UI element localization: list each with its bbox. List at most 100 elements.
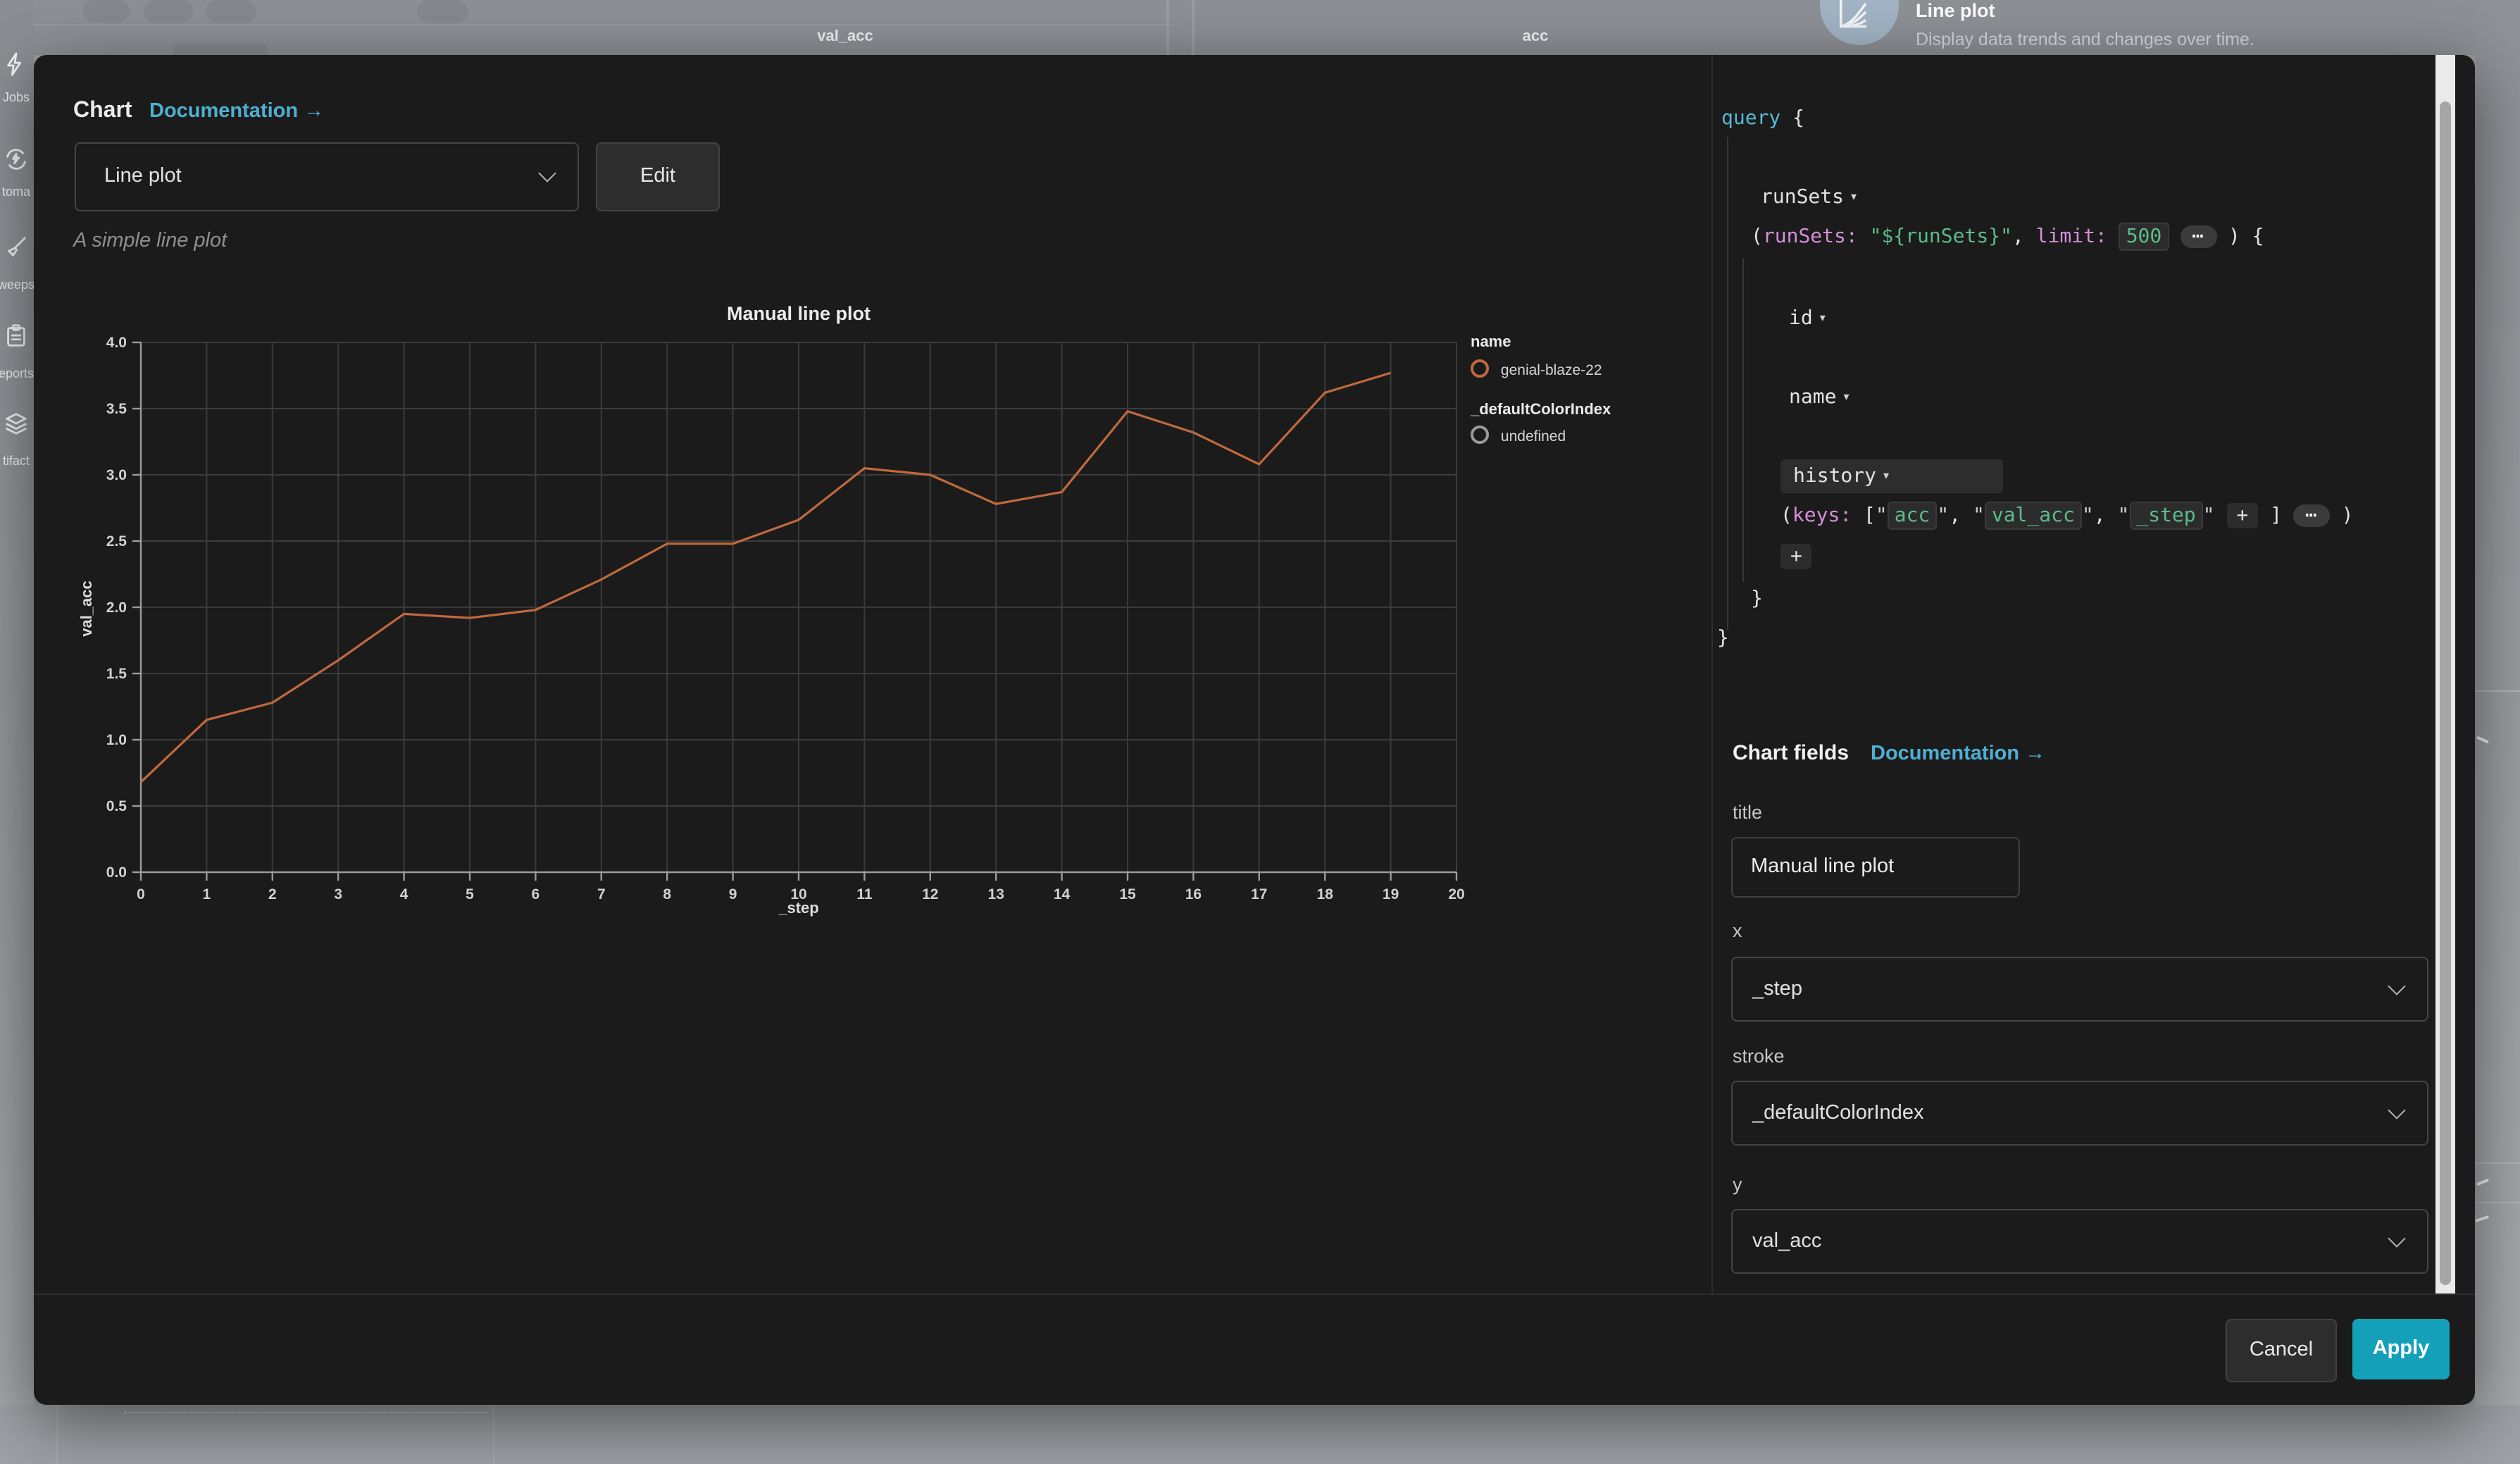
ellipsis-options-icon[interactable]: ⋯ <box>2294 504 2330 526</box>
query-line: } <box>1751 585 1763 611</box>
query-token: , <box>2012 225 2036 247</box>
background-chip <box>417 0 468 23</box>
query-token: , <box>1949 504 1973 526</box>
query-line: history ▾ <box>1780 459 2003 492</box>
caret-down-icon[interactable]: ▾ <box>1843 390 1849 402</box>
query-token: history <box>1793 464 1876 487</box>
column-divider <box>1711 54 1713 1294</box>
query-field-history[interactable]: history ▾ <box>1780 459 2003 492</box>
query-token: } <box>1751 587 1763 609</box>
screen: val_acc acc Line plot Display data trend… <box>0 0 2520 1464</box>
chart-picker-title: Line plot <box>1916 0 1995 21</box>
background-sidebar: Jobstomaweepseportstifact <box>0 0 34 1464</box>
legend-run-label: genial-blaze-22 <box>1501 361 1602 378</box>
edit-button[interactable]: Edit <box>596 142 720 211</box>
background-divider <box>32 24 1173 25</box>
query-token: " <box>1937 504 1949 526</box>
caret-down-icon: ▾ <box>1883 469 1889 481</box>
cancel-button[interactable]: Cancel <box>2226 1318 2337 1382</box>
query-token: , <box>2094 504 2118 526</box>
y-axis-title: val_acc <box>79 535 96 681</box>
tick-label: 1.5 <box>106 666 127 682</box>
query-line: (keys: ["acc", "val_acc", "_step" + ] ⋯ … <box>1780 502 2353 528</box>
line-plot-icon <box>1835 0 1872 34</box>
query-token: keys: <box>1792 504 1852 526</box>
query-line: runSets ▾ <box>1761 184 1857 209</box>
add-key-button[interactable]: + <box>2226 502 2258 528</box>
legend-color-ring-icon <box>1471 425 1489 443</box>
chart-fields-documentation-link[interactable]: Documentation → <box>1871 742 2045 764</box>
chart-documentation-link[interactable]: Documentation → <box>149 99 324 122</box>
tick-label: 2.0 <box>106 600 127 616</box>
title-field-input[interactable] <box>1731 836 2020 897</box>
caret-down-icon[interactable]: ▾ <box>1820 311 1826 323</box>
background-divider <box>56 1405 58 1464</box>
query-token: ( <box>1780 504 1792 526</box>
background-dotted-line <box>124 1412 487 1413</box>
query-token[interactable]: runSets <box>1761 185 1844 208</box>
x-field-select[interactable]: _step <box>1731 956 2428 1021</box>
y-field-select[interactable]: val_acc <box>1731 1208 2428 1273</box>
clipboard-icon[interactable] <box>0 323 32 356</box>
background-panel-title-val-acc: val_acc <box>761 28 930 45</box>
query-token <box>2107 225 2119 247</box>
query-token[interactable]: val_acc <box>1985 501 2082 529</box>
background-panel-gap <box>1166 0 1169 54</box>
chart-type-select-value: Line plot <box>104 165 182 187</box>
tick-label: 2.5 <box>106 533 127 550</box>
background-panel-title-acc: acc <box>1451 28 1620 45</box>
stroke-field-select[interactable]: _defaultColorIndex <box>1731 1080 2428 1145</box>
query-token[interactable]: acc <box>1888 501 1938 529</box>
query-token: ] <box>2258 504 2294 526</box>
background-divider <box>2474 1202 2520 1203</box>
query-token[interactable]: name <box>1789 385 1836 408</box>
chevron-down-icon <box>2388 976 2405 994</box>
background-top-band: val_acc acc Line plot Display data trend… <box>0 0 2520 54</box>
query-token: " <box>1973 504 1985 526</box>
right-panel-scrollbar-thumb[interactable] <box>2439 101 2451 1284</box>
layers-icon[interactable] <box>0 410 32 444</box>
query-token: ( <box>1751 225 1763 247</box>
query-token[interactable]: id <box>1789 306 1813 329</box>
chart-type-select[interactable]: Line plot <box>75 142 579 211</box>
series-line-genial-blaze-22 <box>141 373 1391 782</box>
query-token: " <box>2082 504 2094 526</box>
x-field-select-value: _step <box>1752 977 1802 1000</box>
chevron-down-icon <box>538 164 556 182</box>
bolt-icon[interactable] <box>0 52 32 86</box>
y-field-select-value: val_acc <box>1752 1229 1821 1252</box>
background-divider <box>2474 1162 2520 1164</box>
chart-fields-header: Chart fields <box>1733 740 1849 764</box>
add-key-button[interactable]: + <box>1780 543 1812 569</box>
ellipsis-options-icon[interactable]: ⋯ <box>2181 225 2216 247</box>
query-token <box>1858 225 1870 247</box>
background-chip <box>144 0 193 23</box>
background-bottom-band <box>0 1405 2520 1464</box>
footer-divider <box>34 1294 2474 1295</box>
indent-guide <box>1727 136 1728 629</box>
chart-legend: name genial-blaze-22 _defaultColorIndex … <box>1471 333 1611 450</box>
legend-name-header: name <box>1471 333 1611 350</box>
query-token: " <box>1876 504 1888 526</box>
background-divider <box>493 1405 494 1464</box>
tick-label: 3.5 <box>106 401 127 417</box>
x-field-label: x <box>1733 919 1742 941</box>
chart-picker-subtitle: Display data trends and changes over tim… <box>1916 30 2254 49</box>
query-token[interactable]: _step <box>2129 501 2202 529</box>
tick-label: 0.5 <box>106 798 127 814</box>
background-chip <box>206 0 256 23</box>
query-token <box>2215 504 2227 526</box>
chart-editor-modal: Chart Documentation → Line plot Edit A s… <box>34 54 2474 1405</box>
query-line: query { <box>1721 105 1804 130</box>
automation-icon[interactable] <box>0 147 32 180</box>
tick-label: 1.0 <box>106 732 127 748</box>
query-token[interactable]: 500 <box>2119 222 2169 250</box>
legend-run-ring-icon <box>1471 359 1489 377</box>
broom-icon[interactable] <box>0 235 32 269</box>
caret-down-icon[interactable]: ▾ <box>1851 190 1857 202</box>
background-right-strip <box>2474 0 2520 1464</box>
apply-button[interactable]: Apply <box>2352 1318 2450 1379</box>
background-sparkline-fragment <box>2476 1179 2488 1186</box>
query-token: { <box>1780 106 1804 129</box>
query-line: (runSets: "${runSets}", limit: 500 ⋯ ) { <box>1751 223 2264 249</box>
